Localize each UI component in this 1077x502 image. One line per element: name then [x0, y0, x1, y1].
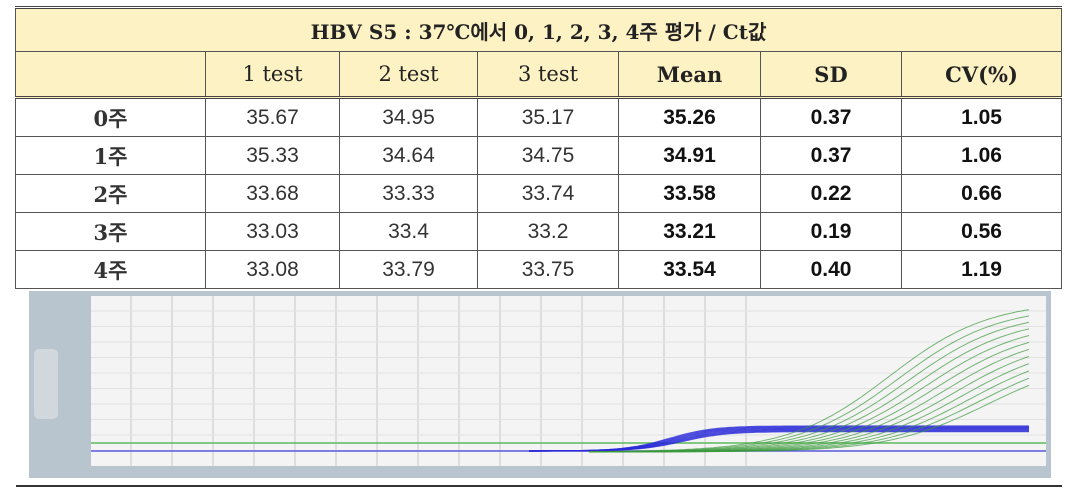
table-cell: 1.19 — [901, 250, 1062, 289]
week-label: 1주 — [15, 136, 206, 175]
y-axis-label-box — [33, 349, 58, 419]
header-2-test: 2 test — [339, 51, 478, 98]
table-cell: 35.67 — [205, 97, 340, 137]
table-cell: 1.06 — [901, 136, 1062, 175]
table-title-row: HBV S5 : 37℃에서 0, 1, 2, 3, 4주 평가 / Ct값 — [15, 6, 1062, 52]
table-cell: 1.05 — [901, 97, 1062, 137]
table-row: 3주 33.03 33.4 33.2 33.21 0.19 0.56 — [15, 212, 1062, 251]
table-cell: 0.22 — [760, 174, 902, 213]
header-cv: CV(%) — [901, 51, 1062, 98]
table-cell: 33.79 — [339, 250, 478, 289]
table-cell: 33.58 — [618, 174, 761, 213]
table-row: 0주 35.67 34.95 35.17 35.26 0.37 1.05 — [15, 97, 1062, 137]
table-cell: 33.68 — [205, 174, 340, 213]
table-cell: 35.33 — [205, 136, 340, 175]
table-cell: 33.03 — [205, 212, 340, 251]
table-cell: 33.75 — [477, 250, 619, 289]
table-row: 2주 33.68 33.33 33.74 33.58 0.22 0.66 — [15, 174, 1062, 213]
table-cell: 33.08 — [205, 250, 340, 289]
table-cell: 35.26 — [618, 97, 761, 137]
table-cell: 33.54 — [618, 250, 761, 289]
table-cell: 33.2 — [477, 212, 619, 251]
table-cell: 33.33 — [339, 174, 478, 213]
table-cell: 0.66 — [901, 174, 1062, 213]
table-cell: 33.4 — [339, 212, 478, 251]
week-label: 3주 — [15, 212, 206, 251]
table-cell: 0.40 — [760, 250, 902, 289]
table-cell: 0.56 — [901, 212, 1062, 251]
week-label: 0주 — [15, 97, 206, 137]
table-cell: 34.91 — [618, 136, 761, 175]
table-cell: 0.37 — [760, 97, 902, 137]
amplification-plot-cell — [15, 288, 1062, 487]
table-header-row: 1 test 2 test 3 test Mean SD CV(%) — [15, 51, 1062, 98]
table-row: 4주 33.08 33.79 33.75 33.54 0.40 1.19 — [15, 250, 1062, 289]
week-label: 4주 — [15, 250, 206, 289]
table-cell: 34.75 — [477, 136, 619, 175]
header-empty — [15, 51, 206, 98]
table-cell: 34.64 — [339, 136, 478, 175]
table-title: HBV S5 : 37℃에서 0, 1, 2, 3, 4주 평가 / Ct값 — [15, 6, 1062, 52]
table-cell: 0.37 — [760, 136, 902, 175]
header-1-test: 1 test — [205, 51, 340, 98]
table-cell: 35.17 — [477, 97, 619, 137]
ct-value-table: HBV S5 : 37℃에서 0, 1, 2, 3, 4주 평가 / Ct값 1… — [15, 6, 1062, 487]
table-cell: 34.95 — [339, 97, 478, 137]
header-sd: SD — [760, 51, 902, 98]
header-mean: Mean — [618, 51, 761, 98]
table-row: 1주 35.33 34.64 34.75 34.91 0.37 1.06 — [15, 136, 1062, 175]
amplification-plot — [28, 291, 1051, 478]
table-cell: 33.21 — [618, 212, 761, 251]
table-cell: 0.19 — [760, 212, 902, 251]
plot-area — [90, 296, 1046, 466]
week-label: 2주 — [15, 174, 206, 213]
header-3-test: 3 test — [477, 51, 619, 98]
table-cell: 33.74 — [477, 174, 619, 213]
